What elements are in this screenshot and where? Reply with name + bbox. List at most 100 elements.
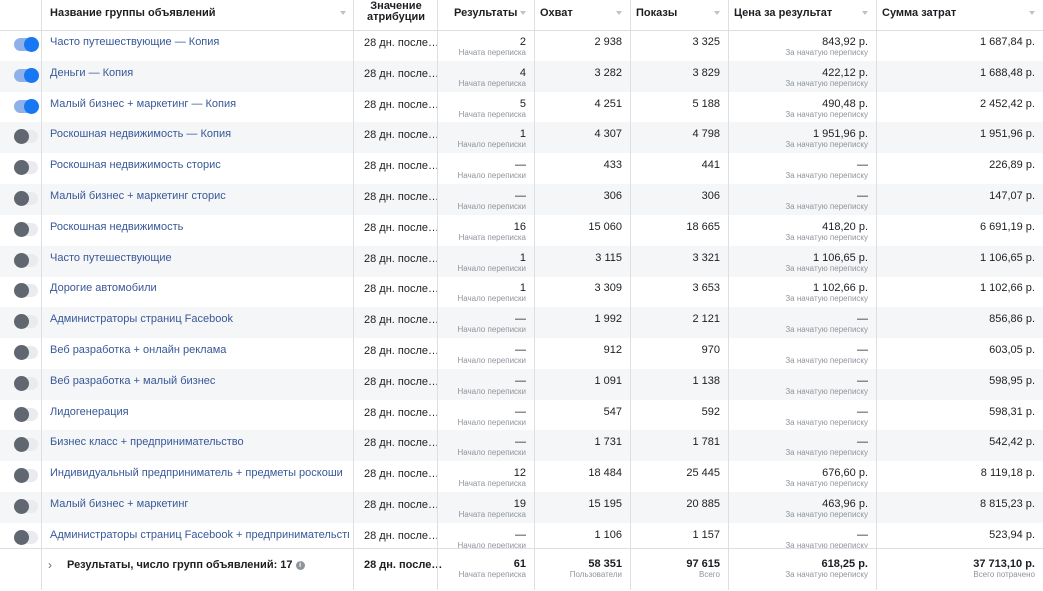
table-row[interactable]: Малый бизнес + маркетинг сторис 28 дн. по… (0, 184, 1043, 215)
ad-set-name-link[interactable]: Малый бизнес + маркетинг (44, 492, 349, 523)
table-row[interactable]: Веб разработка + малый бизнес 28 дн. посл… (0, 368, 1043, 400)
results-value: 1 (519, 251, 526, 264)
table-row[interactable]: Лидогенерация 28 дн. после… — Начало перепи… (0, 400, 1043, 431)
amount-spent-value: 8 119,18 р. (980, 467, 1035, 480)
sort-icon[interactable] (1029, 11, 1035, 15)
cost-per-result-cell: 490,48 р. За начатую переписку (728, 92, 876, 123)
ad-set-name-link[interactable]: Дорогие автомобили (44, 276, 349, 307)
results-value: — (515, 190, 526, 202)
amount-spent-cell: 8 119,18 р. (876, 461, 1043, 492)
column-divider (728, 0, 729, 590)
table-row[interactable]: Веб разработка + онлайн реклама 28 дн. по… (0, 338, 1043, 369)
sort-icon[interactable] (340, 11, 346, 15)
reach-value: 912 (603, 344, 622, 356)
attribution-value: 28 дн. после… (364, 437, 440, 450)
impressions-cell: 3 829 (630, 61, 728, 92)
reach-cell: 912 (534, 338, 630, 369)
chevron-right-icon[interactable]: › (48, 558, 52, 572)
attribution-value: 28 дн. после… (364, 191, 440, 203)
table-row[interactable]: Роскошная недвижимость 28 дн. после… 16 Нач… (0, 215, 1043, 246)
ad-set-name-link[interactable]: Часто путешествующие (44, 246, 349, 277)
results-cell: — Начало переписки (448, 184, 534, 215)
attribution-value: 28 дн. после… (364, 129, 440, 142)
ad-set-name-link[interactable]: Веб разработка + онлайн реклама (44, 338, 349, 369)
reach-cell: 4 307 (534, 122, 630, 153)
ad-set-name-link[interactable]: Малый бизнес + маркетинг сторис (44, 184, 349, 215)
ad-set-name-link[interactable]: Деньги — Копия (44, 61, 349, 92)
sort-icon[interactable] (520, 11, 526, 15)
cost-per-result-cell: — За начатую переписку (728, 307, 876, 338)
table-row[interactable]: Бизнес класс + предпринимательство 28 дн.… (0, 430, 1043, 462)
table-row[interactable]: Деньги — Копия 28 дн. после… 4 Начата переп… (0, 60, 1043, 92)
ad-set-name-link[interactable]: Роскошная недвижимость сторис (44, 153, 349, 184)
info-icon[interactable]: i (295, 561, 305, 570)
impressions-cell: 18 665 (630, 215, 728, 246)
ad-set-name-link[interactable]: Индивидуальный предприниматель + предмет… (44, 461, 349, 492)
ad-set-name-link[interactable]: Бизнес класс + предпринимательство (44, 430, 349, 461)
attribution-value: 28 дн. после… (364, 67, 440, 80)
results-cell: — Начало переписки (448, 338, 534, 369)
impressions-value: 2 121 (692, 313, 720, 326)
ad-set-name-link[interactable]: Лидогенерация (44, 400, 349, 431)
sort-icon[interactable] (714, 11, 720, 15)
amount-spent-value: 1 106,65 р. (979, 251, 1035, 264)
results-value: 5 (519, 97, 526, 110)
column-header-amount-spent[interactable]: Сумма затрат (876, 0, 1043, 30)
cost-per-result-value: — (857, 190, 868, 202)
reach-value: 4 251 (594, 97, 622, 110)
column-header-label: атрибуции (366, 11, 426, 23)
results-value: — (515, 374, 526, 387)
cost-per-result-subtext: За начатую переписку (785, 479, 868, 489)
amount-spent-cell: 226,89 р. (876, 153, 1043, 184)
results-subtext: Начало переписки (457, 294, 526, 304)
cost-per-result-value: 843,92 р. (822, 36, 868, 48)
reach-value: 1 091 (594, 374, 622, 387)
column-header-impressions[interactable]: Показы (630, 0, 728, 30)
cost-per-result-subtext: За начатую переписку (785, 417, 868, 427)
cost-per-result-subtext: За начатую переписку (785, 448, 868, 458)
ad-set-name-link[interactable]: Часто путешествующие — Копия (44, 30, 349, 61)
column-divider (353, 0, 354, 590)
cost-per-result-value: — (857, 374, 868, 387)
cost-per-result-cell: 418,20 р. За начатую переписку (728, 215, 876, 246)
sort-icon[interactable] (862, 11, 868, 15)
reach-value: 4 307 (594, 128, 622, 141)
table-row[interactable]: Часто путешествующие — Копия 28 дн. после… (0, 30, 1043, 61)
column-header-reach[interactable]: Охват (534, 0, 630, 30)
ad-set-name-link[interactable]: Роскошная недвижимость — Копия (44, 122, 349, 153)
results-value: — (515, 528, 526, 541)
table-row[interactable]: Администраторы страниц Facebook 28 дн. по… (0, 307, 1043, 339)
table-row[interactable]: Роскошная недвижимость сторис 28 дн. посл… (0, 153, 1043, 184)
impressions-cell: 3 653 (630, 276, 728, 307)
table-row[interactable]: Малый бизнес + маркетинг — Копия 28 дн. п… (0, 92, 1043, 123)
impressions-cell: 1 781 (630, 430, 728, 461)
sort-icon[interactable] (616, 11, 622, 15)
column-header-attribution[interactable]: Значение атрибуции (355, 0, 437, 30)
ad-set-name-link[interactable]: Роскошная недвижимость (44, 215, 349, 246)
cost-per-result-subtext: За начатую переписку (785, 48, 868, 57)
results-subtext: Начало переписки (457, 202, 526, 211)
amount-spent-value: 6 691,19 р. (979, 220, 1035, 233)
table-row[interactable]: Часто путешествующие 28 дн. после… 1 Начало… (0, 245, 1043, 277)
reach-cell: 3 282 (534, 61, 630, 92)
reach-value: 3 115 (595, 251, 622, 264)
cost-per-result-subtext: За начатую переписку (785, 232, 868, 242)
summary-results-subtext: Начата переписка (458, 570, 526, 579)
ad-set-name-link[interactable]: Малый бизнес + маркетинг — Копия (44, 92, 349, 123)
column-header-results[interactable]: Результаты (448, 0, 534, 30)
results-subtext: Начало переписки (457, 140, 526, 150)
column-header-cost-per-result[interactable]: Цена за результат (728, 0, 876, 30)
table-row[interactable]: Малый бизнес + маркетинг 28 дн. после… 19 Н… (0, 492, 1043, 523)
reach-cell: 18 484 (534, 461, 630, 492)
cost-per-result-cell: — За начатую переписку (728, 369, 876, 400)
column-header-name[interactable]: Название группы объявлений (44, 0, 354, 30)
impressions-cell: 5 188 (630, 92, 728, 123)
ad-set-name-link[interactable]: Веб разработка + малый бизнес (44, 369, 349, 400)
cost-per-result-cell: 1 951,96 р. За начатую переписку (728, 122, 876, 153)
cost-per-result-cell: — За начатую переписку (728, 430, 876, 461)
cost-per-result-subtext: За начатую переписку (785, 202, 868, 211)
ad-set-name-link[interactable]: Администраторы страниц Facebook (44, 307, 349, 338)
table-row[interactable]: Индивидуальный предприниматель + предмет… (0, 461, 1043, 492)
table-row[interactable]: Роскошная недвижимость — Копия 28 дн. пос… (0, 122, 1043, 154)
table-row[interactable]: Дорогие автомобили 28 дн. после… 1 Начало п… (0, 276, 1043, 307)
